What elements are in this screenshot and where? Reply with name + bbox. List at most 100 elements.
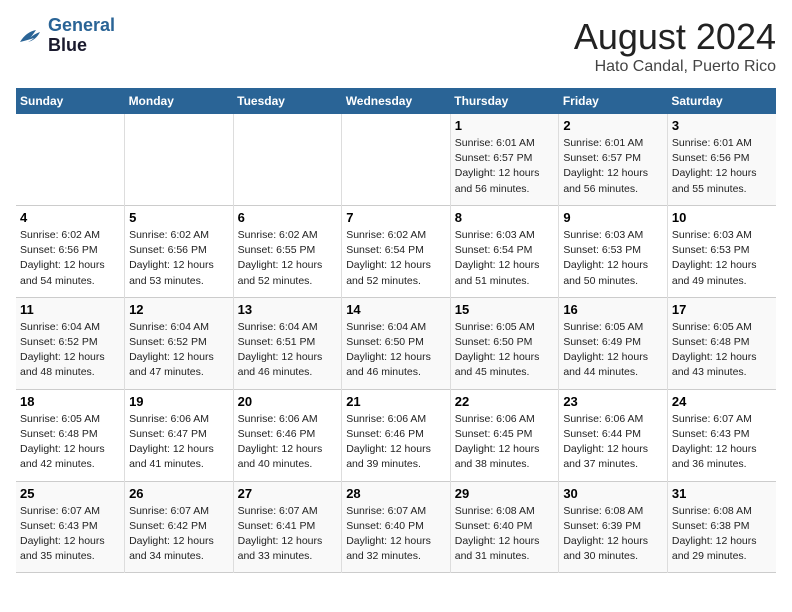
day-info: Sunrise: 6:02 AM Sunset: 6:55 PM Dayligh…: [238, 228, 338, 289]
calendar-week-3: 11 Sunrise: 6:04 AM Sunset: 6:52 PM Dayli…: [16, 297, 776, 389]
calendar-cell: 29 Sunrise: 6:08 AM Sunset: 6:40 PM Dayli…: [450, 481, 559, 573]
day-info: Sunrise: 6:01 AM Sunset: 6:57 PM Dayligh…: [563, 136, 663, 197]
calendar-cell: 25 Sunrise: 6:07 AM Sunset: 6:43 PM Dayli…: [16, 481, 125, 573]
calendar-cell: [125, 114, 234, 205]
title-block: August 2024 Hato Candal, Puerto Rico: [574, 16, 776, 76]
calendar-cell: 11 Sunrise: 6:04 AM Sunset: 6:52 PM Dayli…: [16, 297, 125, 389]
calendar-cell: 17 Sunrise: 6:05 AM Sunset: 6:48 PM Dayli…: [667, 297, 776, 389]
day-info: Sunrise: 6:06 AM Sunset: 6:45 PM Dayligh…: [455, 412, 555, 473]
day-info: Sunrise: 6:02 AM Sunset: 6:54 PM Dayligh…: [346, 228, 446, 289]
calendar-cell: 13 Sunrise: 6:04 AM Sunset: 6:51 PM Dayli…: [233, 297, 342, 389]
day-info: Sunrise: 6:04 AM Sunset: 6:52 PM Dayligh…: [129, 320, 229, 381]
day-info: Sunrise: 6:07 AM Sunset: 6:42 PM Dayligh…: [129, 504, 229, 565]
day-number: 5: [129, 210, 229, 225]
day-number: 29: [455, 486, 555, 501]
calendar-cell: 16 Sunrise: 6:05 AM Sunset: 6:49 PM Dayli…: [559, 297, 668, 389]
calendar-cell: 30Sunrise: 6:08 AM Sunset: 6:39 PM Dayli…: [559, 481, 668, 573]
day-number: 24: [672, 394, 772, 409]
day-info: Sunrise: 6:06 AM Sunset: 6:44 PM Dayligh…: [563, 412, 663, 473]
day-number: 31: [672, 486, 772, 501]
calendar-cell: 26 Sunrise: 6:07 AM Sunset: 6:42 PM Dayli…: [125, 481, 234, 573]
day-info: Sunrise: 6:07 AM Sunset: 6:41 PM Dayligh…: [238, 504, 338, 565]
day-number: 26: [129, 486, 229, 501]
calendar-cell: 9 Sunrise: 6:03 AM Sunset: 6:53 PM Daylig…: [559, 205, 668, 297]
day-number: 13: [238, 302, 338, 317]
day-info: Sunrise: 6:01 AM Sunset: 6:56 PM Dayligh…: [672, 136, 772, 197]
calendar-cell: 8 Sunrise: 6:03 AM Sunset: 6:54 PM Daylig…: [450, 205, 559, 297]
logo: General Blue: [16, 16, 115, 56]
day-number: 12: [129, 302, 229, 317]
calendar-week-1: 1 Sunrise: 6:01 AM Sunset: 6:57 PM Daylig…: [16, 114, 776, 205]
day-number: 14: [346, 302, 446, 317]
day-info: Sunrise: 6:05 AM Sunset: 6:50 PM Dayligh…: [455, 320, 555, 381]
day-number: 17: [672, 302, 772, 317]
weekday-header-friday: Friday: [559, 88, 668, 114]
day-info: Sunrise: 6:03 AM Sunset: 6:54 PM Dayligh…: [455, 228, 555, 289]
day-info: Sunrise: 6:05 AM Sunset: 6:48 PM Dayligh…: [672, 320, 772, 381]
calendar-cell: 3 Sunrise: 6:01 AM Sunset: 6:56 PM Daylig…: [667, 114, 776, 205]
calendar-cell: [16, 114, 125, 205]
calendar-cell: 10Sunrise: 6:03 AM Sunset: 6:53 PM Dayli…: [667, 205, 776, 297]
calendar-cell: [233, 114, 342, 205]
day-number: 4: [20, 210, 120, 225]
day-info: Sunrise: 6:04 AM Sunset: 6:50 PM Dayligh…: [346, 320, 446, 381]
location-subtitle: Hato Candal, Puerto Rico: [574, 58, 776, 76]
calendar-cell: 2Sunrise: 6:01 AM Sunset: 6:57 PM Daylig…: [559, 114, 668, 205]
day-info: Sunrise: 6:05 AM Sunset: 6:49 PM Dayligh…: [563, 320, 663, 381]
day-number: 20: [238, 394, 338, 409]
weekday-header-monday: Monday: [125, 88, 234, 114]
day-info: Sunrise: 6:01 AM Sunset: 6:57 PM Dayligh…: [455, 136, 555, 197]
calendar-table: SundayMondayTuesdayWednesdayThursdayFrid…: [16, 88, 776, 573]
weekday-header-thursday: Thursday: [450, 88, 559, 114]
day-number: 9: [563, 210, 663, 225]
day-number: 23: [563, 394, 663, 409]
page-header: General Blue August 2024 Hato Candal, Pu…: [16, 16, 776, 76]
day-number: 3: [672, 118, 772, 133]
day-info: Sunrise: 6:02 AM Sunset: 6:56 PM Dayligh…: [129, 228, 229, 289]
weekday-header-sunday: Sunday: [16, 88, 125, 114]
day-info: Sunrise: 6:06 AM Sunset: 6:46 PM Dayligh…: [346, 412, 446, 473]
calendar-cell: 5 Sunrise: 6:02 AM Sunset: 6:56 PM Daylig…: [125, 205, 234, 297]
day-number: 16: [563, 302, 663, 317]
day-number: 30: [563, 486, 663, 501]
calendar-cell: 1 Sunrise: 6:01 AM Sunset: 6:57 PM Daylig…: [450, 114, 559, 205]
day-number: 8: [455, 210, 555, 225]
day-number: 25: [20, 486, 120, 501]
day-info: Sunrise: 6:02 AM Sunset: 6:56 PM Dayligh…: [20, 228, 120, 289]
calendar-week-5: 25 Sunrise: 6:07 AM Sunset: 6:43 PM Dayli…: [16, 481, 776, 573]
day-number: 10: [672, 210, 772, 225]
day-info: Sunrise: 6:03 AM Sunset: 6:53 PM Dayligh…: [563, 228, 663, 289]
calendar-cell: 20 Sunrise: 6:06 AM Sunset: 6:46 PM Dayli…: [233, 389, 342, 481]
calendar-week-4: 18 Sunrise: 6:05 AM Sunset: 6:48 PM Dayli…: [16, 389, 776, 481]
day-info: Sunrise: 6:05 AM Sunset: 6:48 PM Dayligh…: [20, 412, 120, 473]
calendar-cell: 21Sunrise: 6:06 AM Sunset: 6:46 PM Dayli…: [342, 389, 451, 481]
day-number: 7: [346, 210, 446, 225]
calendar-cell: 14 Sunrise: 6:04 AM Sunset: 6:50 PM Dayli…: [342, 297, 451, 389]
day-number: 15: [455, 302, 555, 317]
day-number: 6: [238, 210, 338, 225]
calendar-cell: 18 Sunrise: 6:05 AM Sunset: 6:48 PM Dayli…: [16, 389, 125, 481]
day-info: Sunrise: 6:06 AM Sunset: 6:47 PM Dayligh…: [129, 412, 229, 473]
day-info: Sunrise: 6:07 AM Sunset: 6:43 PM Dayligh…: [20, 504, 120, 565]
day-info: Sunrise: 6:04 AM Sunset: 6:52 PM Dayligh…: [20, 320, 120, 381]
day-info: Sunrise: 6:06 AM Sunset: 6:46 PM Dayligh…: [238, 412, 338, 473]
weekday-header-tuesday: Tuesday: [233, 88, 342, 114]
day-info: Sunrise: 6:07 AM Sunset: 6:43 PM Dayligh…: [672, 412, 772, 473]
calendar-cell: [342, 114, 451, 205]
day-number: 22: [455, 394, 555, 409]
day-info: Sunrise: 6:08 AM Sunset: 6:40 PM Dayligh…: [455, 504, 555, 565]
month-title: August 2024: [574, 16, 776, 58]
weekday-header-saturday: Saturday: [667, 88, 776, 114]
calendar-cell: 15 Sunrise: 6:05 AM Sunset: 6:50 PM Dayli…: [450, 297, 559, 389]
day-number: 11: [20, 302, 120, 317]
day-info: Sunrise: 6:08 AM Sunset: 6:38 PM Dayligh…: [672, 504, 772, 565]
calendar-cell: 7 Sunrise: 6:02 AM Sunset: 6:54 PM Daylig…: [342, 205, 451, 297]
calendar-cell: 28Sunrise: 6:07 AM Sunset: 6:40 PM Dayli…: [342, 481, 451, 573]
calendar-cell: 22 Sunrise: 6:06 AM Sunset: 6:45 PM Dayli…: [450, 389, 559, 481]
day-number: 27: [238, 486, 338, 501]
day-number: 18: [20, 394, 120, 409]
day-info: Sunrise: 6:04 AM Sunset: 6:51 PM Dayligh…: [238, 320, 338, 381]
calendar-cell: 19Sunrise: 6:06 AM Sunset: 6:47 PM Dayli…: [125, 389, 234, 481]
day-number: 1: [455, 118, 555, 133]
weekday-header-row: SundayMondayTuesdayWednesdayThursdayFrid…: [16, 88, 776, 114]
